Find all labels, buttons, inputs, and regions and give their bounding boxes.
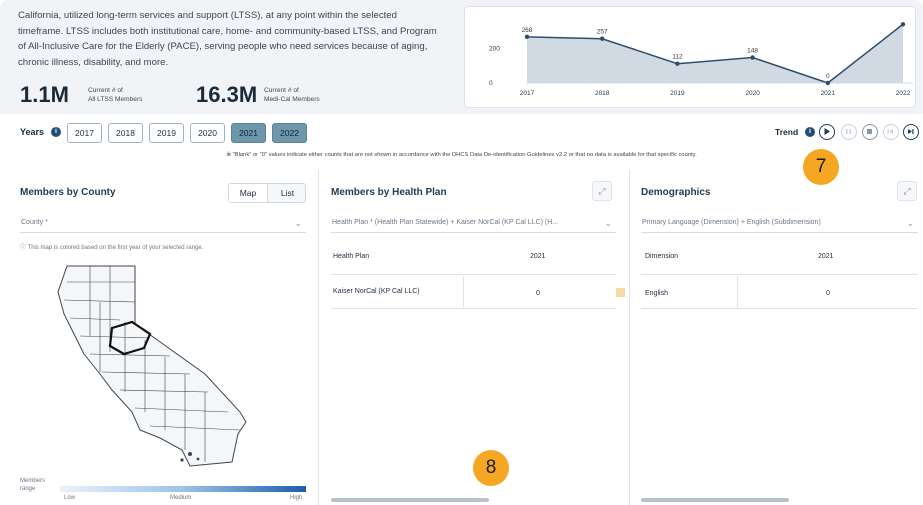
- ltss-members-value: 1.1M: [20, 82, 69, 107]
- map-toggle-button[interactable]: Map: [229, 184, 268, 202]
- chart-point: [524, 34, 530, 40]
- year-column-header[interactable]: 2021: [818, 253, 834, 260]
- chart-data-label: 257: [597, 29, 608, 36]
- trend-info-icon[interactable]: i: [805, 127, 815, 137]
- column-separator: [737, 276, 738, 308]
- county-select-value: County *: [21, 219, 48, 226]
- dimension-column-header[interactable]: Dimension: [645, 253, 678, 260]
- map-list-toggle: Map List: [228, 183, 306, 203]
- chart-x-tick-label: 2022: [896, 90, 911, 97]
- table-row-dimension-value: 0: [826, 290, 830, 297]
- chevron-down-icon: ⌄: [604, 218, 612, 228]
- chart-data-label: 0: [826, 73, 830, 80]
- county-select[interactable]: County * ⌄: [20, 213, 306, 233]
- legend-title-line2: range: [20, 486, 36, 492]
- table-header-line: [331, 274, 616, 275]
- deidentification-notice: ※ "Blank" or "0" values indicate either …: [226, 152, 697, 158]
- map-note: ⓘ This map is colored based on the first…: [20, 245, 204, 251]
- california-map[interactable]: [40, 262, 270, 472]
- medi-cal-members-caption: Current # of Medi-Cal Members: [264, 87, 320, 103]
- chart-x-tick-label: 2020: [745, 90, 760, 97]
- panel-divider: [318, 170, 319, 505]
- table-row-plan-name: Kaiser NorCal (KP Cal LLC): [333, 288, 420, 295]
- year-column-header[interactable]: 2021: [530, 253, 546, 260]
- trend-label: Trend: [775, 127, 799, 137]
- chart-x-tick-label: 2017: [520, 90, 535, 97]
- chart-x-tick-label: 2018: [595, 90, 610, 97]
- value-indicator-swatch: [616, 288, 625, 297]
- county-panel-title: Members by County: [20, 187, 116, 198]
- pause-icon[interactable]: [841, 124, 857, 140]
- chart-point: [600, 36, 605, 41]
- year-button-2020[interactable]: 2020: [190, 123, 225, 143]
- year-button-2021[interactable]: 2021: [231, 123, 266, 143]
- horizontal-scrollbar[interactable]: [331, 498, 489, 502]
- chart-point: [675, 61, 680, 66]
- table-row-line: [641, 308, 918, 309]
- health-plan-column-header[interactable]: Health Plan: [333, 253, 369, 260]
- health-plan-select-value: Health Plan * (Health Plan Statewide) + …: [332, 219, 559, 226]
- chart-y-tick-label: 0: [489, 80, 493, 87]
- chart-data-label: 148: [747, 48, 758, 55]
- health-plan-select[interactable]: Health Plan * (Health Plan Statewide) + …: [331, 213, 616, 233]
- chart-area: [527, 24, 903, 83]
- summary-header: California, utilized long-term services …: [0, 0, 923, 114]
- table-header-line: [641, 274, 918, 275]
- medi-cal-members-value: 16.3M: [196, 82, 258, 107]
- stop-icon[interactable]: [862, 124, 878, 140]
- demographics-panel-title: Demographics: [641, 187, 711, 198]
- chevron-down-icon: ⌄: [906, 218, 914, 228]
- members-range-gradient: [60, 486, 306, 492]
- years-info-icon[interactable]: i: [51, 127, 61, 137]
- chevron-down-icon: ⌄: [294, 218, 302, 228]
- chart-y-tick-label: 200: [489, 46, 500, 53]
- chart-point: [900, 22, 906, 27]
- demographics-select-value: Primary Language (Dimension) + English (…: [642, 219, 821, 226]
- chart-point: [825, 80, 830, 86]
- chart-data-label: 268: [522, 27, 533, 34]
- list-toggle-button[interactable]: List: [268, 184, 307, 202]
- legend-high: High: [290, 495, 303, 501]
- callout-badge-7: 7: [803, 149, 839, 185]
- trend-chart: 268 2017 257 2018 112 2019 148 2020 0 2021 2022 200…: [464, 6, 916, 108]
- expand-icon[interactable]: ⤢: [897, 181, 917, 201]
- skip-back-icon[interactable]: [883, 124, 899, 140]
- health-plan-panel-title: Members by Health Plan: [331, 187, 447, 198]
- year-button-2018[interactable]: 2018: [108, 123, 143, 143]
- column-separator: [463, 276, 464, 308]
- year-button-2017[interactable]: 2017: [67, 123, 102, 143]
- skip-forward-icon[interactable]: [903, 124, 919, 140]
- table-row-plan-value: 0: [536, 290, 540, 297]
- horizontal-scrollbar[interactable]: [641, 498, 789, 502]
- legend-medium: Medium: [170, 495, 192, 501]
- demographics-select[interactable]: Primary Language (Dimension) + English (…: [641, 213, 918, 233]
- year-button-2022[interactable]: 2022: [272, 123, 307, 143]
- table-row-line: [331, 308, 616, 309]
- intro-text: California, utilized long-term services …: [18, 10, 437, 68]
- panel-divider: [629, 170, 630, 505]
- expand-icon[interactable]: ⤢: [592, 181, 612, 201]
- chart-point: [750, 55, 755, 60]
- chart-x-tick-label: 2019: [670, 90, 685, 97]
- play-icon[interactable]: [819, 124, 835, 140]
- legend-title-line1: Members: [20, 478, 46, 484]
- chart-x-tick-label: 2021: [821, 90, 836, 97]
- table-row-dimension: English: [645, 290, 668, 297]
- ltss-members-caption: Current # of All LTSS Members: [88, 87, 143, 103]
- years-label: Years: [20, 127, 45, 137]
- year-button-2019[interactable]: 2019: [149, 123, 184, 143]
- chart-data-label: 112: [672, 54, 683, 61]
- callout-badge-8: 8: [473, 450, 509, 486]
- legend-low: Low: [64, 495, 76, 501]
- trend-chart-svg: 268 2017 257 2018 112 2019 148 2020 0 2021 2022 200…: [489, 22, 913, 97]
